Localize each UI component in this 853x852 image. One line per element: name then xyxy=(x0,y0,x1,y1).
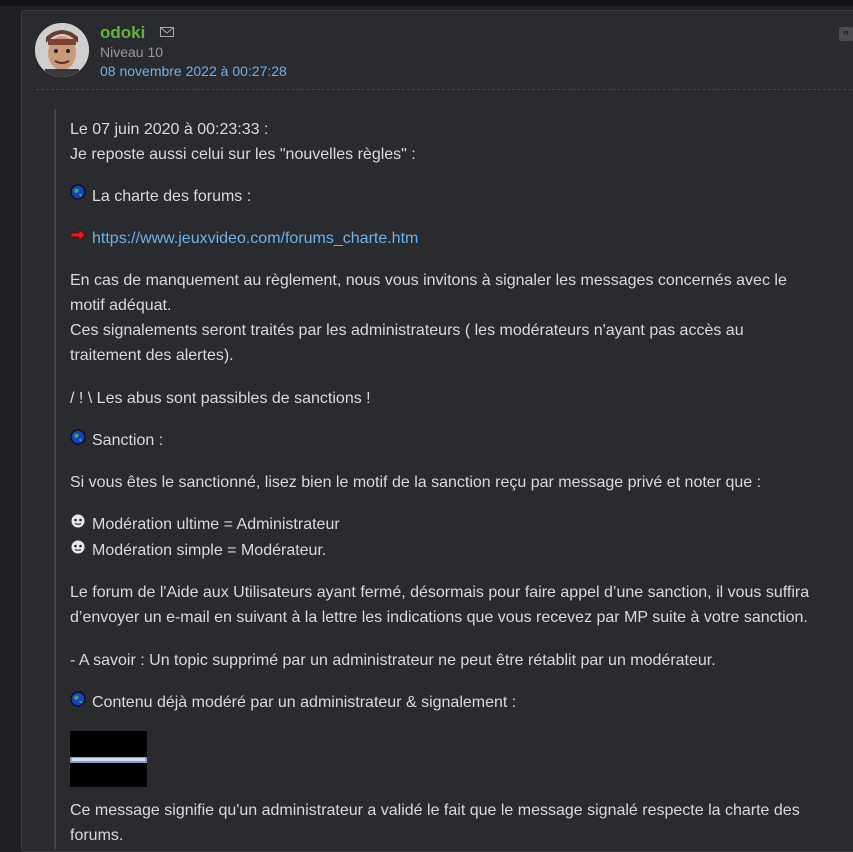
post-date-link[interactable]: 08 novembre 2022 à 00:27:28 xyxy=(100,63,287,79)
quote-line: Si vous êtes le sanctionné, lisez bien l… xyxy=(70,474,762,491)
quote-icon[interactable]: ” xyxy=(839,27,853,43)
avatar[interactable] xyxy=(35,23,89,77)
quote-header: Le 07 juin 2020 à 00:23:33 : xyxy=(70,121,269,138)
cd-smiley-icon xyxy=(70,539,86,555)
quote-line: / ! \ Les abus sont passibles de sanctio… xyxy=(70,390,371,407)
separator xyxy=(36,89,853,90)
quote-line: Sanction : xyxy=(92,432,164,449)
forum-post: odoki Niveau 10 08 novembre 2022 à 00:27… xyxy=(21,10,853,852)
globe-smiley-icon xyxy=(70,429,86,445)
quote-line: Contenu déjà modéré par un administrateu… xyxy=(92,694,517,711)
quote-line: - A savoir : Un topic supprimé par un ad… xyxy=(70,652,716,669)
author-level: Niveau 10 xyxy=(100,44,164,60)
quote-line: Ce message signifie qu'un administrateur… xyxy=(70,802,800,819)
author-name[interactable]: odoki xyxy=(100,23,145,43)
quote-line: Je reposte aussi celui sur les "nouvelle… xyxy=(70,146,416,163)
quoted-message: Le 07 juin 2020 à 00:23:33 : Je reposte … xyxy=(54,109,853,849)
globe-smiley-icon xyxy=(70,184,86,200)
quote-line: Modération simple = Modérateur. xyxy=(92,542,327,559)
quote-line: Ces signalements seront traités par les … xyxy=(70,322,744,339)
moderation-screenshot-image[interactable] xyxy=(70,731,147,787)
quote-line: En cas de manquement au règlement, nous … xyxy=(70,272,787,289)
quote-line: motif adéquat. xyxy=(70,297,172,314)
charter-link[interactable]: https://www.jeuxvideo.com/forums_charte.… xyxy=(92,230,418,248)
top-bar xyxy=(0,0,853,6)
globe-smiley-icon xyxy=(70,691,86,707)
quote-line: Le forum de l'Aide aux Utilisateurs ayan… xyxy=(70,584,810,601)
quote-line: forums. xyxy=(70,827,124,844)
quote-line: Modération ultime = Administrateur xyxy=(92,516,340,533)
quote-line: La charte des forums : xyxy=(92,188,252,205)
red-arrow-icon xyxy=(70,228,86,242)
cd-smiley-icon xyxy=(70,513,86,529)
mail-icon[interactable] xyxy=(160,27,174,37)
quote-line: traitement des alertes). xyxy=(70,347,234,364)
quote-line: d’envoyer un e-mail en suivant à la lett… xyxy=(70,609,808,626)
